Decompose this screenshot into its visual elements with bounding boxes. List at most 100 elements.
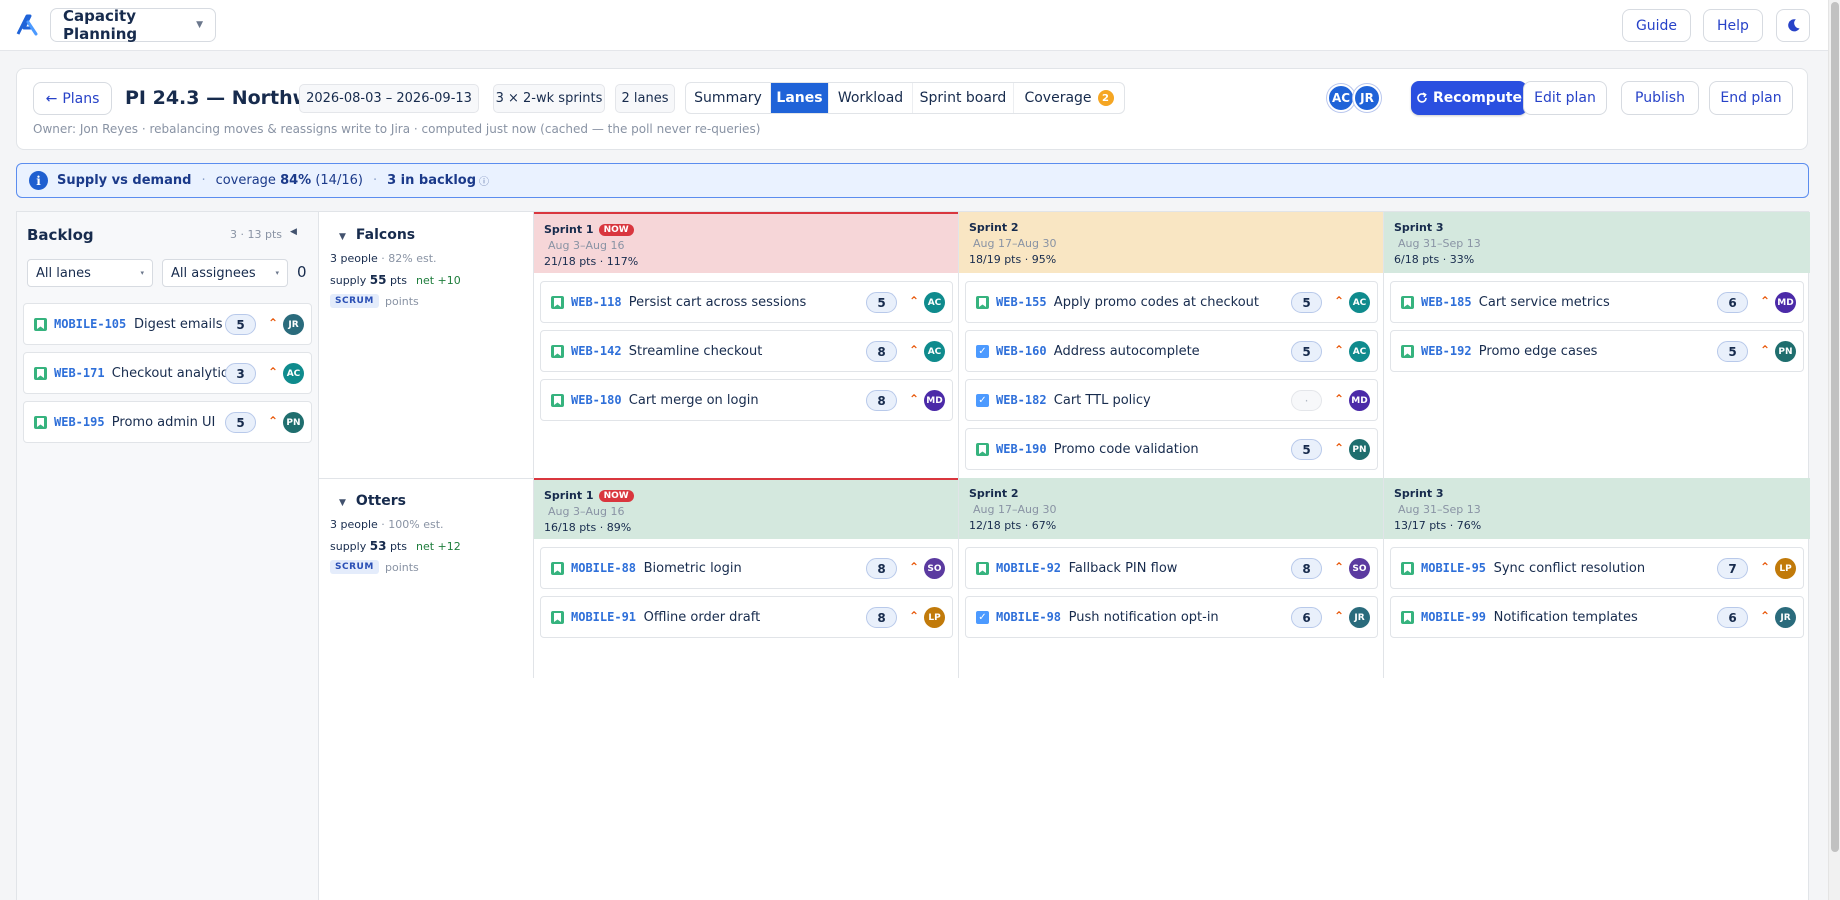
issue-card[interactable]: WEB-171 Checkout analytics 3 ⌃ AC [23,352,312,394]
assignee-avatar[interactable]: SO [1349,558,1370,579]
issue-card[interactable]: WEB-185 Cart service metrics 6 ⌃ MD [1390,281,1804,323]
story-points-badge[interactable]: 8 [1291,558,1322,579]
lane-toggle[interactable]: ▼ Falcons [339,227,415,243]
assignee-avatar[interactable]: JR [1349,607,1370,628]
issue-key[interactable]: MOBILE-92 [996,561,1061,575]
story-points-badge[interactable]: 5 [1291,292,1322,313]
story-points-badge[interactable]: 5 [1291,439,1322,460]
assignee-avatar[interactable]: LP [924,607,945,628]
assignee-avatar[interactable]: SO [924,558,945,579]
issue-key[interactable]: MOBILE-95 [1421,561,1486,575]
tab-coverage[interactable]: Coverage 2 [1014,83,1124,113]
scrollbar-thumb[interactable] [1831,2,1839,852]
story-points-badge[interactable]: 5 [866,292,897,313]
back-to-plans-button[interactable]: ← Plans [33,82,112,115]
tab-workload[interactable]: Workload [829,83,913,113]
issue-key[interactable]: WEB-142 [571,344,622,358]
issue-key[interactable]: WEB-192 [1421,344,1472,358]
sprint-name: Sprint 1 NOW [544,489,634,502]
issue-card[interactable]: MOBILE-91 Offline order draft 8 ⌃ LP [540,596,953,638]
issue-key[interactable]: WEB-195 [54,415,105,429]
issue-card[interactable]: WEB-118 Persist cart across sessions 5 ⌃ AC [540,281,953,323]
story-points-badge[interactable]: 5 [1717,341,1748,362]
story-points-badge[interactable]: · [1291,390,1322,411]
guide-button[interactable]: Guide [1622,9,1691,42]
issue-card[interactable]: MOBILE-99 Notification templates 6 ⌃ JR [1390,596,1804,638]
issue-key[interactable]: WEB-190 [996,442,1047,456]
issue-key[interactable]: MOBILE-99 [1421,610,1486,624]
info-circle-icon[interactable]: ⓘ [479,173,489,188]
issue-key[interactable]: WEB-182 [996,393,1047,407]
issue-card[interactable]: MOBILE-92 Fallback PIN flow 8 ⌃ SO [965,547,1378,589]
assignee-avatar[interactable]: AC [1349,341,1370,362]
help-button[interactable]: Help [1703,9,1763,42]
story-bookmark-icon [1401,345,1414,358]
issue-key[interactable]: MOBILE-98 [996,610,1061,624]
issue-key[interactable]: WEB-155 [996,295,1047,309]
issue-card[interactable]: WEB-190 Promo code validation 5 ⌃ PN [965,428,1378,470]
story-points-badge[interactable]: 8 [866,558,897,579]
assignee-avatar[interactable]: MD [1775,292,1796,313]
issue-card[interactable]: WEB-180 Cart merge on login 8 ⌃ MD [540,379,953,421]
story-points-badge[interactable]: 8 [866,607,897,628]
issue-card[interactable]: MOBILE-95 Sync conflict resolution 7 ⌃ LP [1390,547,1804,589]
story-points-badge[interactable]: 8 [866,390,897,411]
backlog-count-link[interactable]: 3 in backlog [387,173,476,188]
assignee-avatar[interactable]: JR [283,314,304,335]
issue-card[interactable]: WEB-142 Streamline checkout 8 ⌃ AC [540,330,953,372]
story-points-badge[interactable]: 3 [225,363,256,384]
issue-card[interactable]: ✓ MOBILE-98 Push notification opt-in 6 ⌃ JR [965,596,1378,638]
story-points-badge[interactable]: 5 [1291,341,1322,362]
assignee-avatar[interactable]: JR [1775,607,1796,628]
app-switcher[interactable]: Capacity Planning ▼ [50,7,216,43]
page-scrollbar[interactable] [1828,0,1840,900]
recompute-button[interactable]: Recompute [1411,81,1527,115]
dark-mode-toggle[interactable] [1776,9,1810,42]
issue-card[interactable]: ✓ WEB-182 Cart TTL policy · ⌃ MD [965,379,1378,421]
story-points-badge[interactable]: 6 [1717,607,1748,628]
tab-summary[interactable]: Summary [686,83,771,113]
collapse-left-icon[interactable]: ◀ [290,227,297,237]
assignee-avatar[interactable]: AC [924,341,945,362]
issue-key[interactable]: MOBILE-105 [54,317,126,331]
assignee-avatar[interactable]: AC [924,292,945,313]
lane-filter-select[interactable]: All lanes ▾ [27,259,153,287]
issue-card[interactable]: MOBILE-105 Digest emails 5 ⌃ JR [23,303,312,345]
issue-card[interactable]: WEB-195 Promo admin UI 5 ⌃ PN [23,401,312,443]
tab-lanes[interactable]: Lanes [771,83,829,113]
assignee-avatar[interactable]: MD [924,390,945,411]
assignee-avatar[interactable]: PN [283,412,304,433]
edit-plan-button[interactable]: Edit plan [1523,81,1607,115]
issue-key[interactable]: MOBILE-88 [571,561,636,575]
issue-card[interactable]: WEB-155 Apply promo codes at checkout 5 ⌃ AC [965,281,1378,323]
story-points-badge[interactable]: 5 [225,314,256,335]
issue-key[interactable]: WEB-160 [996,344,1047,358]
publish-button[interactable]: Publish [1621,81,1699,115]
assignee-avatar[interactable]: LP [1775,558,1796,579]
issue-key[interactable]: WEB-185 [1421,295,1472,309]
story-points-badge[interactable]: 6 [1291,607,1322,628]
issue-card[interactable]: ✓ WEB-160 Address autocomplete 5 ⌃ AC [965,330,1378,372]
story-points-badge[interactable]: 7 [1717,558,1748,579]
issue-card[interactable]: WEB-192 Promo edge cases 5 ⌃ PN [1390,330,1804,372]
issue-key[interactable]: WEB-171 [54,366,105,380]
story-points-badge[interactable]: 6 [1717,292,1748,313]
lane-toggle[interactable]: ▼ Otters [339,493,406,509]
issue-key[interactable]: WEB-180 [571,393,622,407]
assignee-avatar[interactable]: MD [1349,390,1370,411]
app-logo-icon[interactable] [16,13,40,37]
issue-key[interactable]: WEB-118 [571,295,622,309]
assignee-avatar[interactable]: PN [1349,439,1370,460]
story-points-badge[interactable]: 8 [866,341,897,362]
assignee-avatar[interactable]: PN [1775,341,1796,362]
end-plan-button[interactable]: End plan [1709,81,1793,115]
story-points-badge[interactable]: 5 [225,412,256,433]
assignee-filter-select[interactable]: All assignees ▾ [162,259,288,287]
avatar-ac[interactable]: AC [1327,84,1355,112]
avatar-jr[interactable]: JR [1353,84,1381,112]
tab-sprint-board[interactable]: Sprint board [913,83,1014,113]
issue-key[interactable]: MOBILE-91 [571,610,636,624]
issue-card[interactable]: MOBILE-88 Biometric login 8 ⌃ SO [540,547,953,589]
assignee-avatar[interactable]: AC [283,363,304,384]
assignee-avatar[interactable]: AC [1349,292,1370,313]
